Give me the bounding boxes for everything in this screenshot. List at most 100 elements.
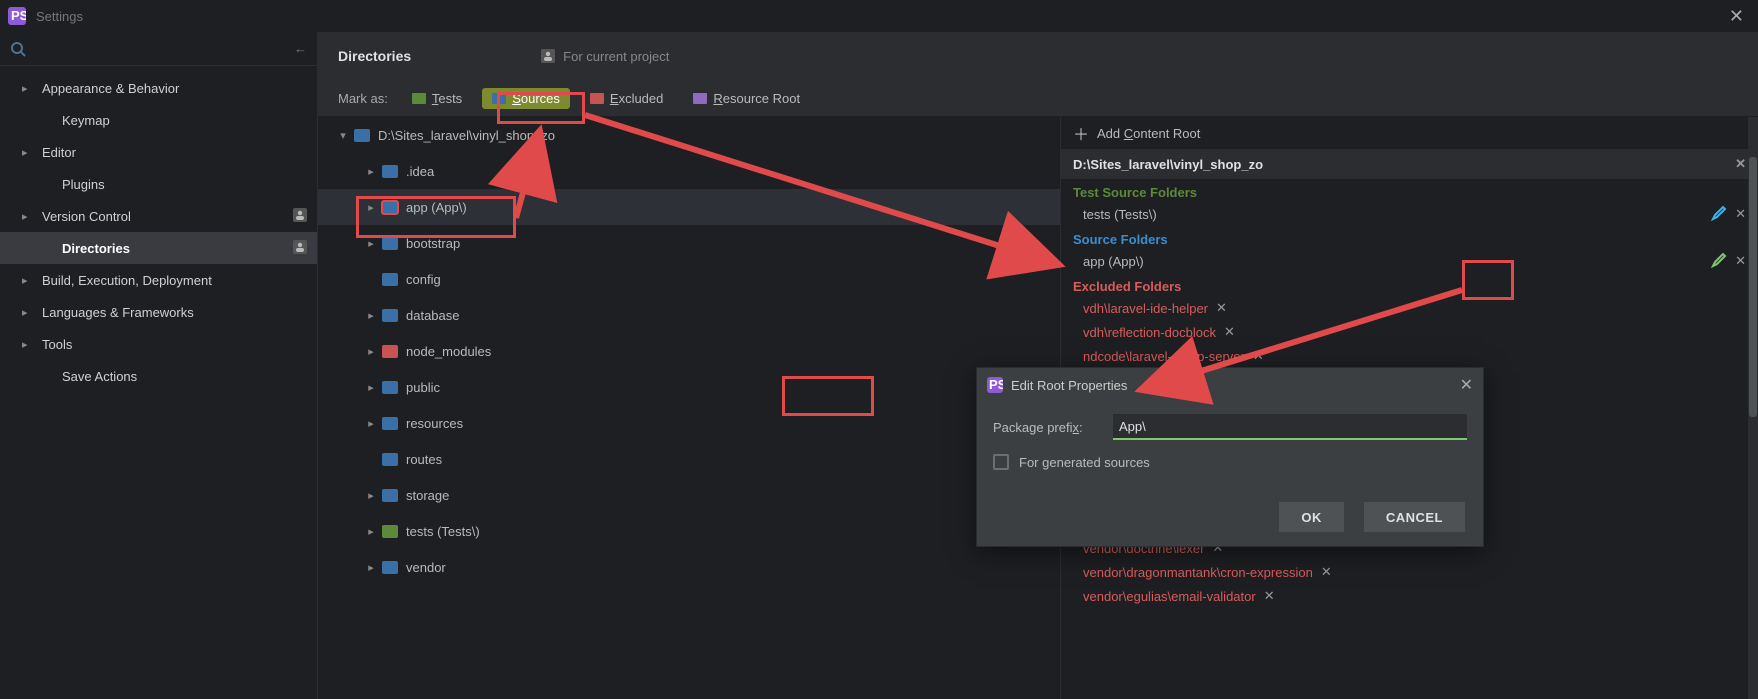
resource-folder-icon <box>693 93 707 104</box>
ok-button[interactable]: OK <box>1279 502 1344 532</box>
sidebar-item-appearance[interactable]: ▸Appearance & Behavior <box>0 72 317 104</box>
edit-icon[interactable] <box>1711 205 1727 224</box>
project-scope-icon <box>293 208 307 225</box>
content-area: Directories For current project Mark as:… <box>318 32 1758 699</box>
cancel-button[interactable]: CANCEL <box>1364 502 1465 532</box>
add-content-root[interactable]: ＋Add Content Root <box>1061 117 1758 149</box>
tree-item[interactable]: ▸resources <box>318 405 1060 441</box>
folder-icon <box>382 201 398 214</box>
sidebar-item-tools[interactable]: ▸Tools <box>0 328 317 360</box>
project-scope-note: For current project <box>541 49 669 64</box>
sidebar-item-save-actions[interactable]: Save Actions <box>0 360 317 392</box>
search-row[interactable]: ← <box>0 32 317 66</box>
remove-icon[interactable]: ✕ <box>1264 588 1275 604</box>
svg-text:PS: PS <box>11 8 26 23</box>
test-folder-item[interactable]: tests (Tests\) ✕ <box>1061 202 1758 226</box>
phpstorm-icon: PS <box>987 377 1003 393</box>
dialog-title: Edit Root Properties <box>1011 378 1127 393</box>
close-icon[interactable]: ✕ <box>1723 6 1750 27</box>
sources-folder-icon <box>492 93 506 104</box>
remove-icon[interactable]: ✕ <box>1735 253 1746 269</box>
excluded-folder-icon <box>590 93 604 104</box>
remove-icon[interactable]: ✕ <box>1253 348 1264 364</box>
phpstorm-icon: PS <box>8 7 26 25</box>
remove-root-icon[interactable]: ✕ <box>1735 156 1746 172</box>
folder-icon <box>354 129 370 142</box>
sidebar-item-editor[interactable]: ▸Editor <box>0 136 317 168</box>
remove-icon[interactable]: ✕ <box>1216 300 1227 316</box>
folder-icon <box>382 489 398 502</box>
content-root-row[interactable]: D:\Sites_laravel\vinyl_shop_zo✕ <box>1061 149 1758 179</box>
excluded-folder-item[interactable]: vendor\egulias\email-validator✕ <box>1061 584 1758 608</box>
mark-as-row: Mark as: Tests Sources Excluded Resource… <box>318 80 1758 116</box>
folder-icon <box>382 273 398 286</box>
page-title: Directories <box>338 48 411 64</box>
excluded-folder-item[interactable]: vdh\reflection-docblock✕ <box>1061 320 1758 344</box>
generated-label: For generated sources <box>1019 455 1150 470</box>
folder-icon <box>382 345 398 358</box>
sidebar-item-languages[interactable]: ▸Languages & Frameworks <box>0 296 317 328</box>
tree-item[interactable]: routes <box>318 441 1060 477</box>
remove-icon[interactable]: ✕ <box>1321 564 1332 580</box>
tests-folder-icon <box>412 93 426 104</box>
generated-checkbox[interactable] <box>993 454 1009 470</box>
sidebar-item-directories[interactable]: Directories <box>0 232 317 264</box>
sidebar-items: ▸Appearance & Behavior Keymap ▸Editor Pl… <box>0 66 317 699</box>
remove-icon[interactable]: ✕ <box>1224 324 1235 340</box>
titlebar: PS Settings ✕ <box>0 0 1758 32</box>
folder-icon <box>382 165 398 178</box>
folder-icon <box>382 381 398 394</box>
remove-icon[interactable]: ✕ <box>1735 206 1746 222</box>
directory-tree[interactable]: ▾D:\Sites_laravel\vinyl_shop_zo ▸.idea▸a… <box>318 117 1060 699</box>
tree-item[interactable]: ▸database <box>318 297 1060 333</box>
mark-resource-chip[interactable]: Resource Root <box>683 88 810 109</box>
folder-icon <box>382 309 398 322</box>
tree-root[interactable]: ▾D:\Sites_laravel\vinyl_shop_zo <box>318 117 1060 153</box>
sidebar-item-keymap[interactable]: Keymap <box>0 104 317 136</box>
tree-item[interactable]: ▸tests (Tests\) <box>318 513 1060 549</box>
scrollbar[interactable] <box>1748 117 1758 699</box>
folder-icon <box>382 525 398 538</box>
window-title: Settings <box>36 9 83 24</box>
excluded-folder-item[interactable]: vdh\laravel-ide-helper✕ <box>1061 296 1758 320</box>
dialog-close-icon[interactable]: ✕ <box>1460 375 1473 395</box>
back-arrow-icon[interactable]: ← <box>294 41 307 56</box>
tree-item[interactable]: ▸vendor <box>318 549 1060 585</box>
tree-item[interactable]: ▸storage <box>318 477 1060 513</box>
mark-sources-chip[interactable]: Sources <box>482 88 570 109</box>
sidebar-item-build[interactable]: ▸Build, Execution, Deployment <box>0 264 317 296</box>
mark-excluded-chip[interactable]: Excluded <box>580 88 673 109</box>
svg-text:PS: PS <box>989 377 1003 392</box>
source-folder-item[interactable]: app (App\) ✕ <box>1061 249 1758 273</box>
source-folders-header: Source Folders <box>1061 226 1758 249</box>
folder-icon <box>382 453 398 466</box>
excluded-folders-header: Excluded Folders <box>1061 273 1758 296</box>
edit-icon[interactable] <box>1711 252 1727 271</box>
mark-as-label: Mark as: <box>338 91 388 106</box>
tree-item[interactable]: ▸bootstrap <box>318 225 1060 261</box>
plus-icon: ＋ <box>1073 121 1089 145</box>
excluded-folder-item[interactable]: ndcode\laravel-dump-server✕ <box>1061 344 1758 368</box>
tree-item[interactable]: ▸node_modules <box>318 333 1060 369</box>
search-icon <box>10 41 26 57</box>
sidebar-item-version-control[interactable]: ▸Version Control <box>0 200 317 232</box>
project-scope-icon <box>541 49 555 63</box>
tree-item[interactable]: ▸.idea <box>318 153 1060 189</box>
folder-icon <box>382 561 398 574</box>
tree-item[interactable]: ▸public <box>318 369 1060 405</box>
tree-item[interactable]: config <box>318 261 1060 297</box>
test-folders-header: Test Source Folders <box>1061 179 1758 202</box>
dialog-titlebar: PS Edit Root Properties ✕ <box>977 368 1483 402</box>
project-scope-icon <box>293 240 307 257</box>
tree-item[interactable]: ▸app (App\) <box>318 189 1060 225</box>
sidebar-item-plugins[interactable]: Plugins <box>0 168 317 200</box>
prefix-label: Package prefix: <box>993 420 1113 435</box>
settings-sidebar: ← ▸Appearance & Behavior Keymap ▸Editor … <box>0 32 318 699</box>
folder-icon <box>382 417 398 430</box>
package-prefix-input[interactable] <box>1113 414 1467 440</box>
excluded-folder-item[interactable]: vendor\dragonmantank\cron-expression✕ <box>1061 560 1758 584</box>
edit-root-dialog: PS Edit Root Properties ✕ Package prefix… <box>976 367 1484 547</box>
mark-tests-chip[interactable]: Tests <box>402 88 472 109</box>
content-header: Directories For current project <box>318 32 1758 80</box>
folder-icon <box>382 237 398 250</box>
